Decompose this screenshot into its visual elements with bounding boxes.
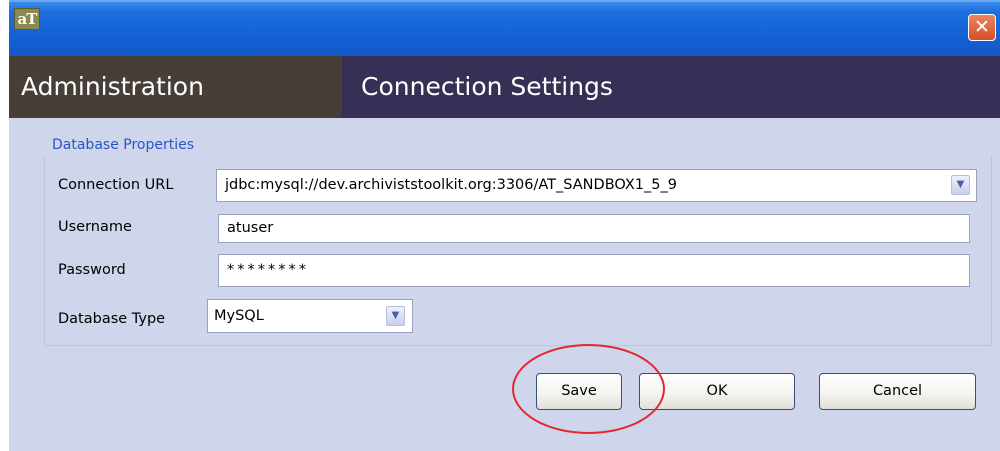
chevron-down-icon[interactable]: ▼ (951, 175, 970, 195)
database-type-label: Database Type (58, 311, 166, 327)
header-bar: Administration Connection Settings (9, 56, 1000, 118)
chevron-down-icon[interactable]: ▼ (386, 306, 405, 326)
connection-settings-window: aT ✕ Administration Connection Settings … (9, 0, 1000, 451)
cancel-button[interactable]: Cancel (819, 373, 976, 410)
database-properties-label: Database Properties (52, 137, 195, 153)
page-title: Connection Settings (361, 72, 613, 101)
section-title: Administration (21, 72, 204, 101)
close-button[interactable]: ✕ (968, 14, 996, 41)
connection-url-label: Connection URL (58, 177, 174, 193)
connection-url-combo[interactable]: jdbc:mysql://dev.archiviststoolkit.org:3… (216, 169, 977, 202)
connection-url-value: jdbc:mysql://dev.archiviststoolkit.org:3… (225, 177, 677, 193)
close-icon: ✕ (974, 16, 990, 38)
database-type-value: MySQL (214, 308, 264, 324)
username-field[interactable]: atuser (218, 214, 970, 243)
password-label: Password (58, 262, 126, 278)
password-field[interactable]: ******** (218, 254, 970, 287)
database-type-select[interactable]: MySQL ▼ (207, 299, 413, 333)
ok-button[interactable]: OK (639, 373, 795, 410)
save-button[interactable]: Save (536, 373, 622, 410)
title-bar: aT ✕ (9, 0, 1000, 56)
app-icon: aT (14, 8, 40, 30)
username-label: Username (58, 219, 132, 235)
header-section-panel: Administration (9, 56, 342, 118)
